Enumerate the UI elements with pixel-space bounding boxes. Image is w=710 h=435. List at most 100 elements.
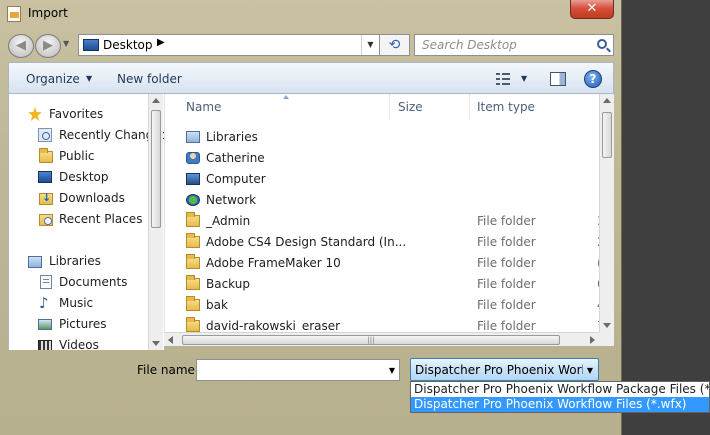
breadcrumb-separator-icon[interactable]: ▶ [157, 37, 165, 48]
scroll-up-icon[interactable] [603, 98, 611, 103]
item-name: Computer [206, 172, 266, 186]
back-button[interactable]: ◀ [8, 34, 34, 58]
command-bar: Organize ▼ New folder ▼ ? [8, 62, 614, 94]
folder-icon [186, 254, 200, 269]
scroll-left-icon[interactable] [168, 336, 173, 344]
item-name: Backup [206, 277, 250, 291]
title-bar[interactable]: Import ✕ [0, 0, 622, 30]
view-options-chevron-down-icon[interactable]: ▼ [521, 74, 527, 83]
app-icon [7, 6, 21, 22]
file-name-chevron-down-icon[interactable]: ▼ [389, 366, 395, 375]
import-dialog: Import ✕ ◀ ▶ ▼ Desktop ▶ ▼ ⟲ Search Desk… [0, 0, 622, 435]
file-list: Name Size Item type Libraries Catherine … [164, 94, 599, 332]
sort-ascending-icon [283, 95, 289, 99]
list-item[interactable]: Catherine [165, 147, 599, 168]
file-list-vertical-scrollbar[interactable] [599, 94, 614, 332]
star-icon [28, 107, 42, 121]
sidebar-item-documents[interactable]: Documents [9, 272, 149, 292]
scrollbar-thumb[interactable]: ||| [182, 335, 560, 345]
address-text[interactable]: Desktop [103, 38, 153, 52]
scroll-up-icon[interactable] [152, 98, 160, 103]
file-name-label: File name: [137, 363, 199, 377]
file-list-horizontal-scrollbar[interactable]: ||| [164, 332, 599, 346]
item-type: File folder [477, 235, 536, 249]
sidebar-item-label: Pictures [59, 317, 107, 331]
sidebar-item-label: Videos [59, 338, 99, 350]
new-folder-button[interactable]: New folder [117, 72, 182, 86]
scroll-down-icon[interactable] [603, 323, 611, 328]
recent-places-icon [39, 214, 53, 226]
search-input[interactable]: Search Desktop [422, 38, 517, 52]
refresh-button[interactable]: ⟲ [380, 34, 410, 56]
list-item[interactable]: Adobe FrameMaker 10 File folder ( [165, 252, 599, 273]
column-header-name[interactable]: Name [165, 94, 390, 120]
navigation-pane: Favorites Recently Changed Public Deskto… [8, 94, 164, 350]
sidebar-item-recent-places[interactable]: Recent Places [9, 209, 149, 229]
sidebar-item-public[interactable]: Public [9, 146, 149, 166]
change-view-icon[interactable] [496, 73, 510, 85]
sidebar-item-label: Libraries [49, 254, 101, 268]
close-button[interactable]: ✕ [570, 0, 614, 19]
item-name: bak [206, 298, 228, 312]
address-bar[interactable]: Desktop ▶ ▼ [78, 34, 380, 56]
column-header-label: Item type [477, 100, 535, 114]
forward-button[interactable]: ▶ [35, 34, 61, 58]
sidebar-item-desktop[interactable]: Desktop [9, 167, 149, 187]
item-name: Catherine [206, 151, 265, 165]
downloads-icon [39, 191, 53, 205]
window-title: Import [28, 6, 68, 20]
list-item[interactable]: _Admin File folder 3 [165, 210, 599, 231]
file-type-chevron-down-icon[interactable]: ▼ [587, 366, 593, 375]
music-icon: ♪ [39, 294, 49, 312]
list-item[interactable]: Adobe CS4 Design Standard (In... File fo… [165, 231, 599, 252]
documents-icon [40, 275, 52, 289]
sidebar-item-favorites[interactable]: Favorites [9, 104, 149, 124]
folder-icon [39, 148, 53, 163]
organize-chevron-down-icon[interactable]: ▼ [86, 74, 92, 83]
sidebar-item-label: Desktop [59, 170, 109, 184]
scrollbar-thumb[interactable] [151, 110, 161, 228]
user-icon [186, 152, 200, 164]
list-item[interactable]: bak File folder 4 [165, 294, 599, 315]
item-name: Network [206, 193, 257, 207]
sidebar-item-music[interactable]: ♪ Music [9, 293, 149, 313]
search-box[interactable]: Search Desktop [414, 34, 614, 56]
column-header-label: Name [186, 100, 222, 114]
scroll-right-icon[interactable] [590, 336, 595, 344]
organize-button[interactable]: Organize [26, 72, 80, 86]
scroll-down-icon[interactable] [152, 341, 160, 346]
address-dropdown-icon[interactable]: ▼ [361, 35, 379, 55]
column-header-item-type[interactable]: Item type [470, 94, 599, 120]
scrollbar-thumb[interactable] [602, 112, 612, 158]
column-header-size[interactable]: Size [390, 94, 470, 120]
help-icon[interactable]: ? [584, 70, 602, 88]
sidebar-item-pictures[interactable]: Pictures [9, 314, 149, 334]
sidebar-item-label: Documents [59, 275, 128, 289]
sidebar-item-videos[interactable]: Videos [9, 335, 149, 350]
computer-icon [186, 173, 200, 185]
sidebar-item-downloads[interactable]: Downloads [9, 188, 149, 208]
sidebar-item-libraries[interactable]: Libraries [9, 251, 149, 271]
scrollbar-corner [599, 332, 614, 346]
preview-pane-icon[interactable] [550, 72, 566, 86]
item-name: _Admin [206, 214, 251, 228]
list-item[interactable]: david-rakowski_eraser File folder 7 [165, 315, 599, 332]
item-type: File folder [477, 214, 536, 228]
file-type-select[interactable]: Dispatcher Pro Phoenix Workflow Files (*… [410, 358, 599, 381]
libraries-icon [28, 256, 42, 268]
item-type: File folder [477, 298, 536, 312]
list-item[interactable]: Network [165, 189, 599, 210]
file-type-option-wfx[interactable]: Dispatcher Pro Phoenix Workflow Files (*… [411, 397, 709, 412]
navigation-pane-scrollbar[interactable] [148, 94, 163, 350]
file-name-input[interactable]: ▼ [196, 359, 400, 381]
file-type-option-wfxp[interactable]: Dispatcher Pro Phoenix Workflow Package … [411, 382, 709, 397]
search-icon[interactable] [597, 39, 607, 49]
recent-pages-chevron-icon[interactable]: ▼ [63, 39, 69, 48]
list-item[interactable]: Computer [165, 168, 599, 189]
list-item[interactable]: Libraries [165, 126, 599, 147]
desktop-icon [83, 39, 99, 51]
column-header-label: Size [398, 100, 423, 114]
item-name: david-rakowski_eraser [206, 319, 341, 332]
sidebar-item-recently-changed[interactable]: Recently Changed [9, 125, 164, 145]
list-item[interactable]: Backup File folder 6 [165, 273, 599, 294]
